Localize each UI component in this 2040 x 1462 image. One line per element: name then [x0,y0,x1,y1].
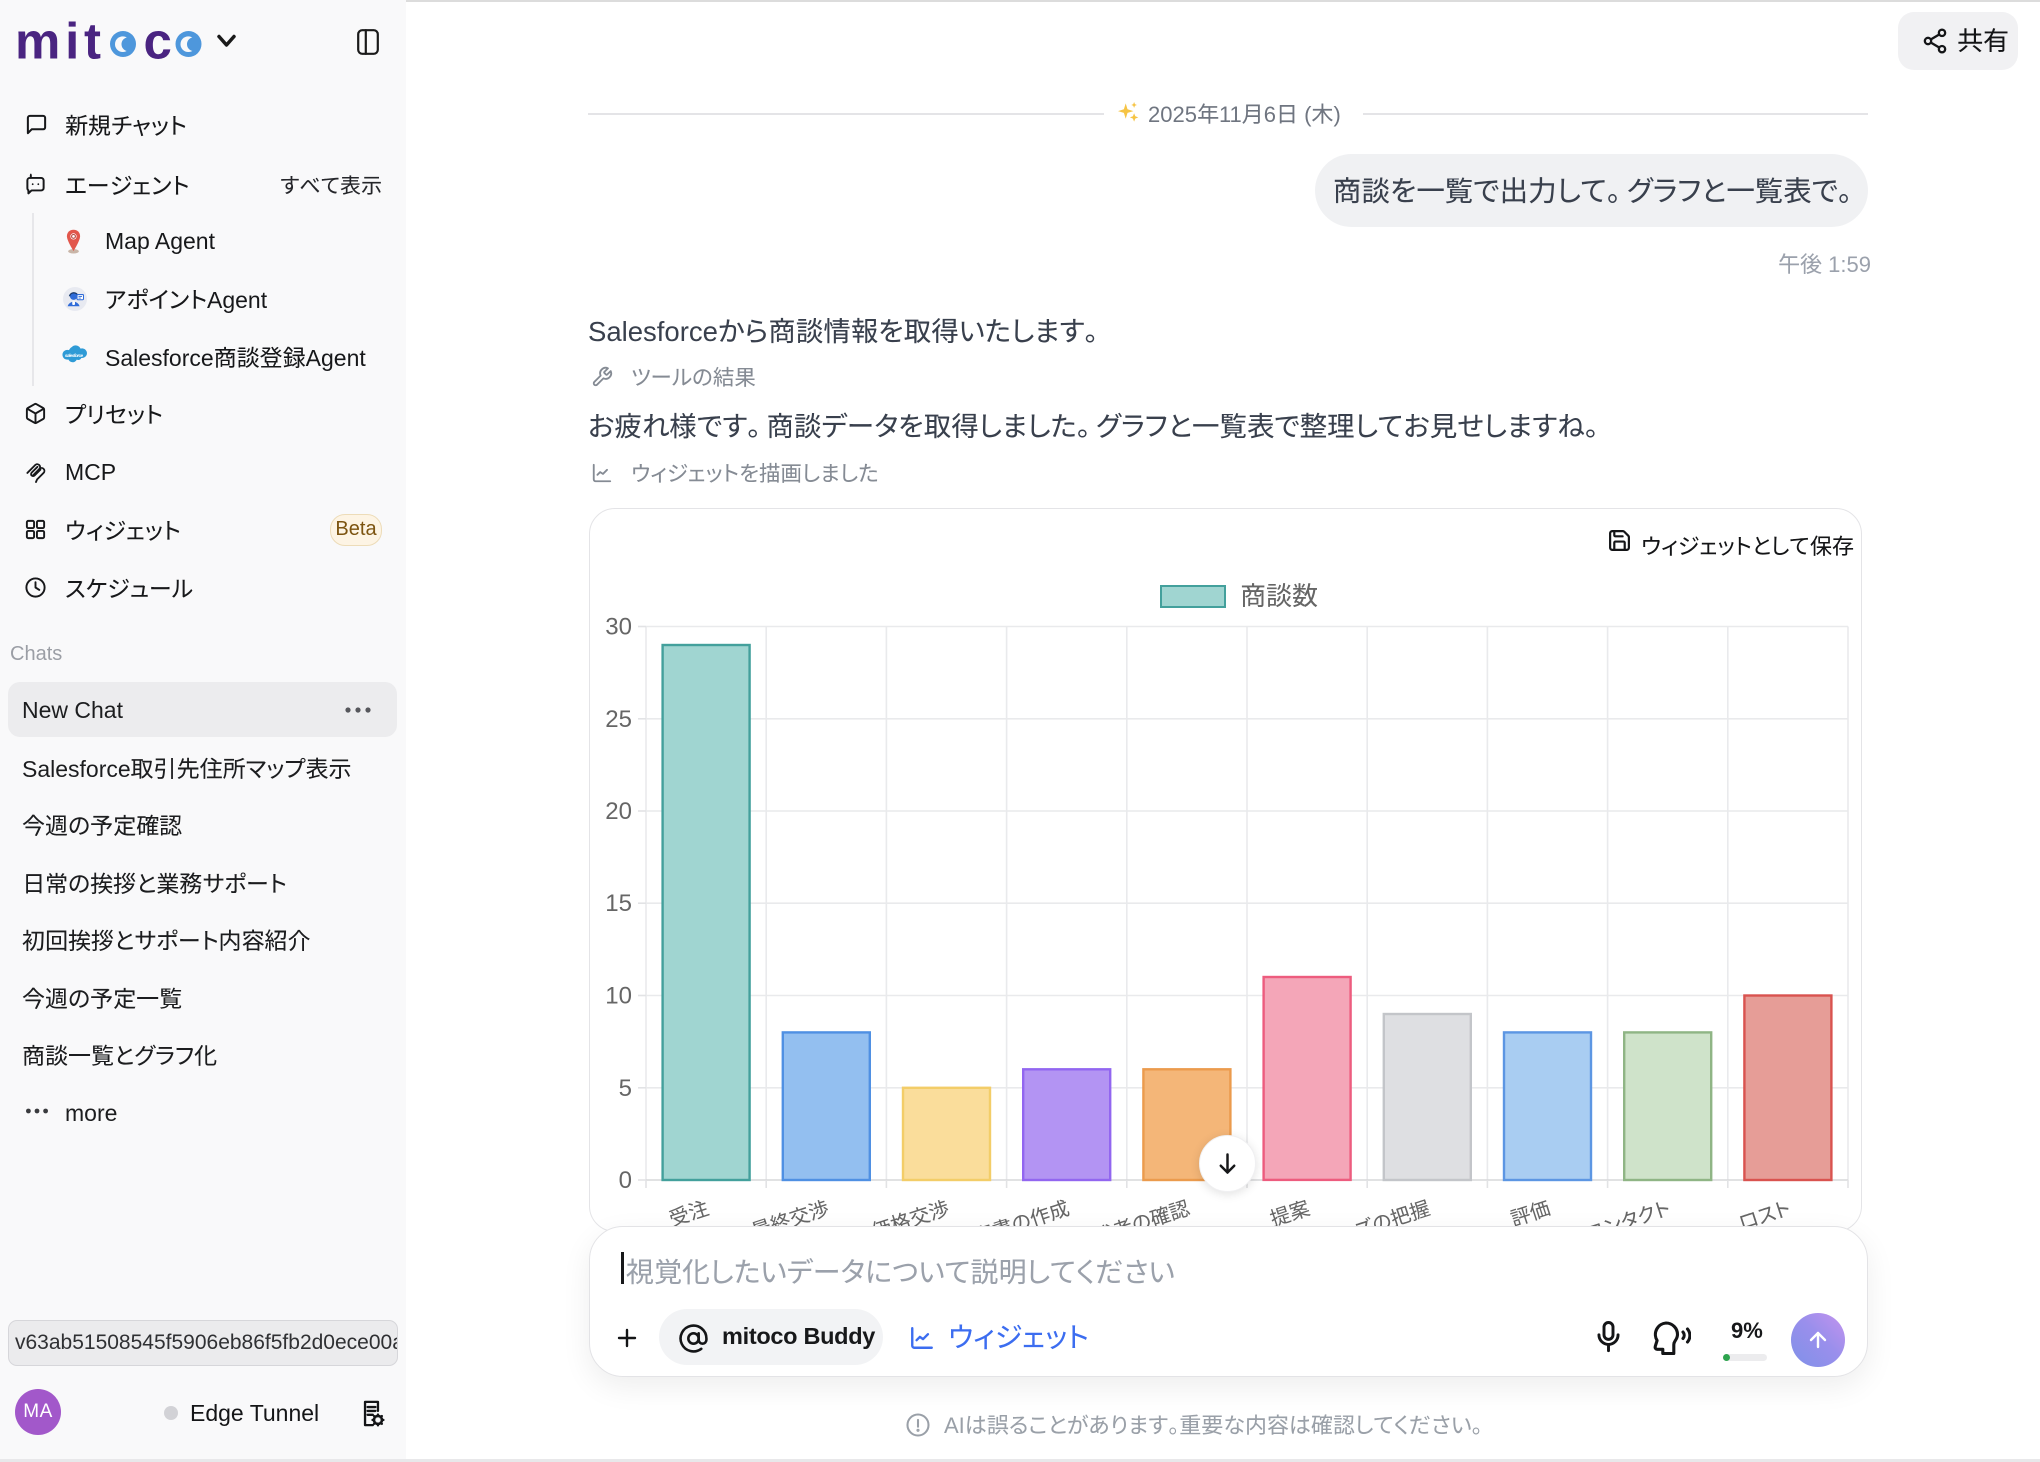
svg-text:c: c [144,13,172,70]
svg-text:5: 5 [619,1075,632,1102]
svg-text:15: 15 [605,890,632,917]
svg-text:0: 0 [619,1167,632,1194]
svg-text:20: 20 [605,798,632,825]
svg-text:10: 10 [605,983,632,1010]
svg-text:mit: mit [15,13,101,70]
svg-text:商談数: 商談数 [1240,581,1318,611]
svg-text:25: 25 [605,706,632,733]
svg-text:salesforce: salesforce [65,353,84,358]
svg-text:30: 30 [605,614,632,641]
